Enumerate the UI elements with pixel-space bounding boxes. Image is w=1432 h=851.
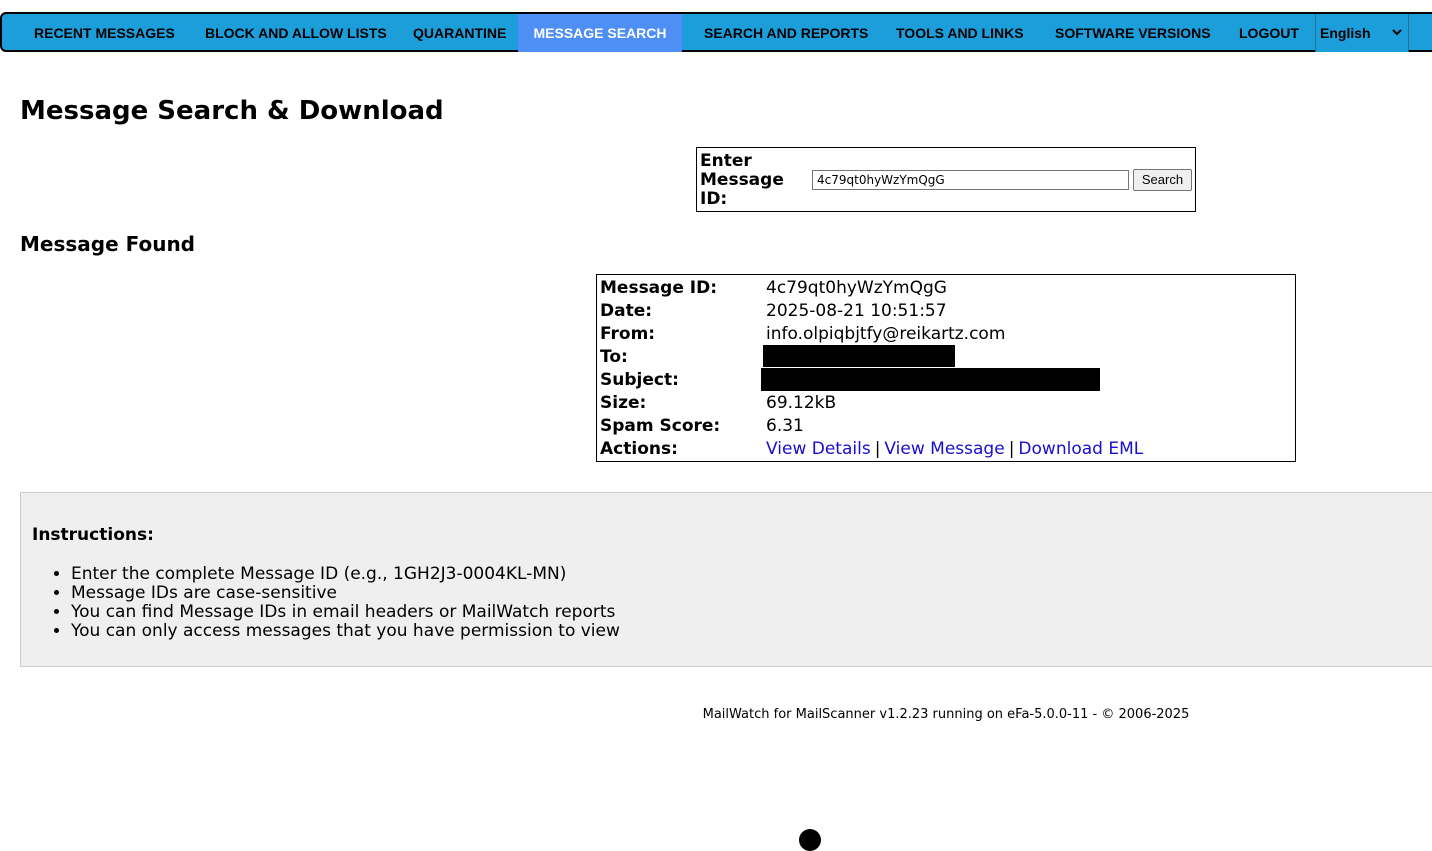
- message-id-input[interactable]: [812, 170, 1129, 190]
- message-id-search-form: Enter Message ID: Search: [696, 147, 1196, 212]
- nav-quarantine[interactable]: QUARANTINE: [393, 14, 526, 52]
- action-separator: |: [1008, 439, 1015, 459]
- redacted-recipient: [763, 345, 955, 367]
- instruction-item: Message IDs are case-sensitive: [71, 584, 620, 603]
- instructions-list: Enter the complete Message ID (e.g., 1GH…: [31, 565, 620, 641]
- message-id-label: Enter Message ID:: [700, 151, 784, 209]
- detail-value: 69.12kB: [766, 393, 837, 413]
- detail-row-to: To:: [600, 345, 1290, 370]
- redacted-subject: [761, 368, 1100, 391]
- language-select-value: English: [1320, 25, 1371, 41]
- instruction-item: You can only access messages that you ha…: [71, 622, 620, 641]
- detail-key: From:: [600, 324, 656, 344]
- detail-key: Spam Score:: [600, 416, 721, 436]
- instructions-panel: Instructions: Enter the complete Message…: [20, 492, 1432, 667]
- instruction-item: Enter the complete Message ID (e.g., 1GH…: [71, 565, 620, 584]
- instructions-heading: Instructions:: [32, 525, 154, 545]
- detail-key: Actions:: [600, 439, 678, 459]
- cursor-dot-icon: [799, 829, 821, 851]
- action-separator: |: [874, 439, 881, 459]
- detail-key: Message ID:: [600, 278, 718, 298]
- view-details-link[interactable]: View Details: [766, 439, 871, 459]
- message-details-table: Message ID: 4c79qt0hyWzYmQgG Date: 2025-…: [596, 274, 1296, 462]
- message-found-heading: Message Found: [20, 232, 195, 256]
- detail-key: To:: [600, 347, 628, 367]
- actions-links: View Details | View Message | Download EML: [766, 439, 1143, 459]
- view-message-link[interactable]: View Message: [884, 439, 1004, 459]
- footer-text: MailWatch for MailScanner v1.2.23 runnin…: [702, 707, 1190, 722]
- language-select[interactable]: English: [1315, 14, 1409, 52]
- chevron-down-icon: [1392, 14, 1402, 67]
- search-button[interactable]: Search: [1133, 169, 1192, 191]
- detail-key: Date:: [600, 301, 653, 321]
- detail-key: Subject:: [600, 370, 679, 390]
- nav-tools-and-links[interactable]: TOOLS AND LINKS: [876, 14, 1044, 52]
- page-title: Message Search & Download: [20, 96, 444, 126]
- nav-recent-messages[interactable]: RECENT MESSAGES: [14, 14, 195, 52]
- top-nav-bar: RECENT MESSAGES BLOCK AND ALLOW LISTS QU…: [0, 12, 1432, 52]
- detail-row-spam-score: Spam Score: 6.31: [600, 416, 1290, 439]
- nav-message-search[interactable]: MESSAGE SEARCH: [518, 14, 682, 52]
- detail-value: info.olpiqbjtfy@reikartz.com: [766, 324, 1006, 344]
- instruction-item: You can find Message IDs in email header…: [71, 603, 620, 622]
- detail-value: 6.31: [766, 416, 804, 436]
- nav-block-and-allow-lists[interactable]: BLOCK AND ALLOW LISTS: [185, 14, 407, 52]
- detail-row-size: Size: 69.12kB: [600, 393, 1290, 416]
- detail-key: Size:: [600, 393, 647, 413]
- nav-software-versions[interactable]: SOFTWARE VERSIONS: [1035, 14, 1231, 52]
- detail-row-message-id: Message ID: 4c79qt0hyWzYmQgG: [600, 278, 1290, 301]
- detail-row-subject: Subject:: [600, 368, 1290, 393]
- detail-value: 4c79qt0hyWzYmQgG: [766, 278, 947, 298]
- detail-row-date: Date: 2025-08-21 10:51:57: [600, 301, 1290, 324]
- detail-row-from: From: info.olpiqbjtfy@reikartz.com: [600, 324, 1290, 347]
- detail-value: 2025-08-21 10:51:57: [766, 301, 947, 321]
- download-eml-link[interactable]: Download EML: [1018, 439, 1143, 459]
- detail-row-actions: Actions: View Details | View Message | Downl…: [600, 439, 1290, 462]
- nav-search-and-reports[interactable]: SEARCH AND REPORTS: [684, 14, 888, 52]
- nav-logout[interactable]: LOGOUT: [1219, 14, 1319, 52]
